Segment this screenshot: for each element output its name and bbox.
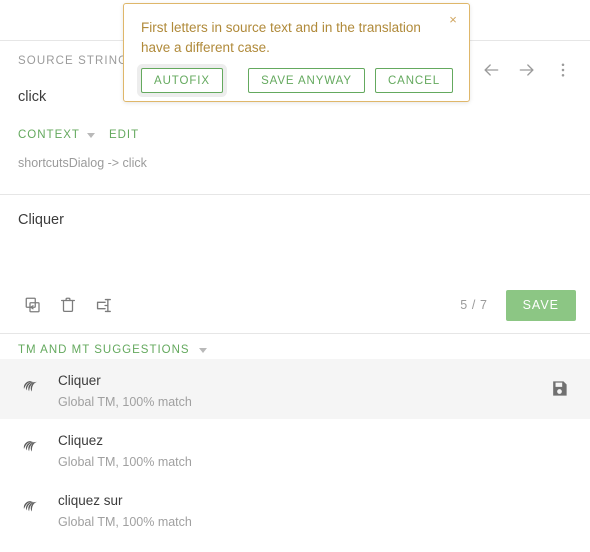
- translation-input[interactable]: Cliquer: [18, 211, 572, 230]
- autofix-button[interactable]: AUTOFIX: [141, 68, 223, 93]
- suggestion-meta: Global TM, 100% match: [58, 394, 546, 411]
- suggestion-text: Cliquez: [58, 432, 572, 450]
- transifex-logo-icon: [18, 375, 44, 396]
- navigation-controls: [474, 53, 580, 87]
- suggestions-header: TM AND MT SUGGESTIONS: [0, 334, 590, 359]
- suggestions-header-label[interactable]: TM AND MT SUGGESTIONS: [18, 344, 190, 356]
- clear-translation-icon[interactable]: [53, 290, 83, 320]
- suggestion-row[interactable]: Cliquer Global TM, 100% match: [0, 359, 590, 419]
- string-counter: 5 / 7: [460, 298, 487, 312]
- suggestions-section: TM AND MT SUGGESTIONS Cliquer Global TM, …: [0, 333, 590, 539]
- close-icon[interactable]: ×: [445, 11, 461, 27]
- translation-toolbar: 5 / 7 SAVE: [0, 277, 590, 333]
- save-button[interactable]: SAVE: [506, 290, 576, 321]
- suggestion-body: cliquez sur Global TM, 100% match: [58, 492, 572, 531]
- cancel-button[interactable]: CANCEL: [375, 68, 453, 93]
- context-value: shortcutsDialog -> click: [18, 156, 572, 170]
- copy-source-to-translation-icon[interactable]: [18, 290, 48, 320]
- chevron-down-icon[interactable]: [87, 133, 95, 138]
- warning-actions: AUTOFIX SAVE ANYWAY CANCEL: [141, 68, 453, 93]
- suggestion-body: Cliquez Global TM, 100% match: [58, 432, 572, 471]
- suggestion-meta: Global TM, 100% match: [58, 454, 572, 471]
- transifex-logo-icon: [18, 435, 44, 456]
- suggestion-row[interactable]: cliquez sur Global TM, 100% match: [0, 479, 590, 539]
- arrow-right-icon[interactable]: [510, 53, 544, 87]
- save-suggestion-icon[interactable]: [546, 375, 572, 401]
- suggestions-list: Cliquer Global TM, 100% match Cliquez Globa…: [0, 359, 590, 539]
- suggestion-row[interactable]: Cliquez Global TM, 100% match: [0, 419, 590, 479]
- suggestion-body: Cliquer Global TM, 100% match: [58, 372, 546, 411]
- save-anyway-button[interactable]: SAVE ANYWAY: [248, 68, 365, 93]
- translation-area[interactable]: Cliquer: [0, 194, 590, 333]
- suggestion-meta: Global TM, 100% match: [58, 514, 572, 531]
- translation-editor-screen: SOURCE STRING click CONTEXT EDIT shortcu…: [0, 0, 590, 552]
- more-vertical-icon[interactable]: [546, 53, 580, 87]
- editor-panel: SOURCE STRING click CONTEXT EDIT shortcu…: [0, 40, 590, 539]
- warning-message: First letters in source text and in the …: [141, 18, 446, 57]
- arrow-left-icon[interactable]: [474, 53, 508, 87]
- validation-warning-dialog: × First letters in source text and in th…: [123, 3, 470, 102]
- transifex-logo-icon: [18, 495, 44, 516]
- suggestion-text: cliquez sur: [58, 492, 572, 510]
- context-controls: CONTEXT EDIT: [18, 129, 572, 141]
- context-toggle[interactable]: CONTEXT: [18, 129, 80, 141]
- insert-special-character-icon[interactable]: [88, 290, 118, 320]
- edit-context-button[interactable]: EDIT: [109, 129, 139, 141]
- chevron-down-icon[interactable]: [199, 348, 207, 353]
- suggestion-text: Cliquer: [58, 372, 546, 390]
